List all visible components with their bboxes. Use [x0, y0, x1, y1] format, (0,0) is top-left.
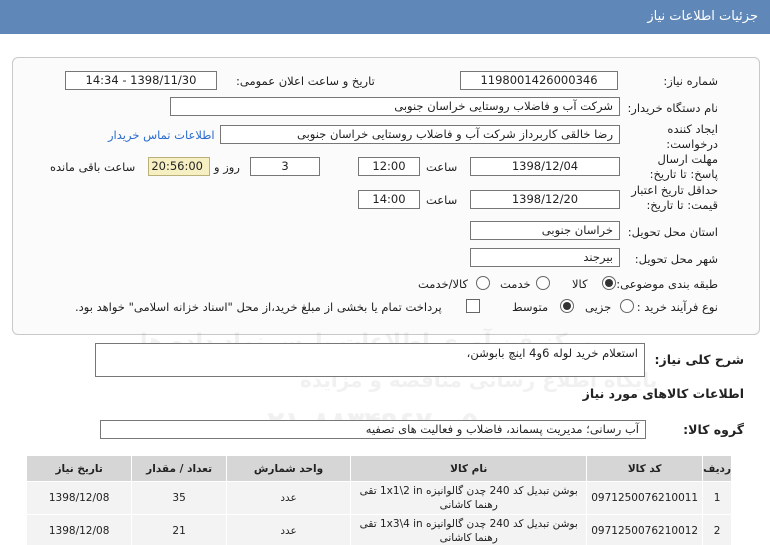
- col-qty: تعداد / مقدار: [131, 455, 227, 482]
- cell-qty: 35: [131, 481, 227, 515]
- treasury-payment-note: پرداخت تمام یا بخشی از مبلغ خرید،از محل …: [75, 300, 442, 314]
- description-field: استعلام خرید لوله 6و4 اینچ بابوشن،: [95, 343, 645, 377]
- purchase-option-minor: جزیی: [585, 300, 612, 314]
- goods-group-field: آب رسانی؛ مدیریت پسماند، فاضلاب و فعالیت…: [100, 420, 646, 439]
- category-option-service: خدمت: [500, 277, 531, 291]
- validity-time-field: 14:00: [358, 190, 420, 209]
- cell-date: 1398/12/08: [25, 514, 133, 545]
- days-remaining-field: 3: [250, 157, 320, 176]
- validity-date-field: 1398/12/20: [470, 190, 620, 209]
- purchase-option-medium: متوسط: [512, 300, 549, 314]
- col-code: کد کالا: [586, 455, 704, 482]
- goods-group-label: گروه کالا:: [683, 422, 744, 437]
- remaining-time-label: ساعت باقی مانده: [50, 160, 136, 174]
- description-label: شرح کلی نیاز:: [654, 352, 744, 367]
- validity-time-label: ساعت: [426, 193, 458, 207]
- page-title: جزئیات اطلاعات نیاز: [647, 9, 758, 24]
- goods-section-title: اطلاعات کالاهای مورد نیاز: [582, 386, 744, 401]
- validity-label: حداقل تاریخ اعتبار قیمت: تا تاریخ:: [631, 183, 718, 212]
- category-option-goods: کالا: [572, 277, 588, 291]
- cell-name: بوشن تبدیل کد 240 چدن گالوانیزه 1x3\4 in…: [350, 514, 588, 545]
- cell-row: 1: [702, 481, 732, 515]
- cell-code: 0971250076210012: [586, 514, 704, 545]
- deadline-date-field: 1398/12/04: [470, 157, 620, 176]
- category-radio-goods[interactable]: [602, 276, 616, 290]
- category-label: طبقه بندی موضوعی:: [616, 277, 718, 291]
- page-header: جزئیات اطلاعات نیاز: [0, 0, 770, 34]
- table-row[interactable]: 1 0971250076210011 بوشن تبدیل کد 240 چدن…: [25, 481, 732, 515]
- buyer-label: نام دستگاه خریدار:: [627, 101, 718, 115]
- cell-unit: عدد: [225, 481, 352, 515]
- category-radio-goods-service[interactable]: [476, 276, 490, 290]
- need-number-label: شماره نیاز:: [663, 74, 718, 88]
- province-field: خراسان جنوبی: [470, 221, 620, 240]
- col-unit: واحد شمارش: [225, 455, 352, 482]
- city-label: شهر محل تحویل:: [634, 252, 718, 266]
- col-row: ردیف: [702, 455, 732, 482]
- city-field: بیرجند: [470, 248, 620, 267]
- remaining-time-field: 20:56:00: [148, 157, 210, 176]
- purchase-radio-medium[interactable]: [560, 299, 574, 313]
- creator-label: ایجاد کننده درخواست:: [666, 122, 718, 151]
- cell-name: بوشن تبدیل کد 240 چدن گالوانیزه 1x1\2 in…: [350, 481, 588, 515]
- days-label: روز و: [214, 160, 240, 174]
- cell-date: 1398/12/08: [25, 481, 133, 515]
- deadline-label: مهلت ارسال پاسخ: تا تاریخ:: [649, 152, 718, 181]
- purchase-radio-minor[interactable]: [620, 299, 634, 313]
- purchase-type-label: نوع فرآیند خرید :: [636, 300, 718, 314]
- col-date: تاریخ نیاز: [25, 455, 133, 482]
- category-option-goods-service: کالا/خدمت: [418, 277, 469, 291]
- deadline-time-label: ساعت: [426, 160, 458, 174]
- buyer-contact-link[interactable]: اطلاعات تماس خریدار: [108, 128, 215, 142]
- deadline-time-field: 12:00: [358, 157, 420, 176]
- table-header-row: ردیف کد کالا نام کالا واحد شمارش تعداد /…: [25, 455, 732, 482]
- need-number-field: 1198001426000346: [460, 71, 618, 90]
- announce-date-field: 1398/11/30 - 14:34: [65, 71, 217, 90]
- cell-qty: 21: [131, 514, 227, 545]
- buyer-field: شرکت آب و فاضلاب روستایی خراسان جنوبی: [170, 97, 620, 116]
- goods-table: ردیف کد کالا نام کالا واحد شمارش تعداد /…: [25, 455, 732, 545]
- table-row[interactable]: 2 0971250076210012 بوشن تبدیل کد 240 چدن…: [25, 514, 732, 545]
- cell-row: 2: [702, 514, 732, 545]
- col-name: نام کالا: [350, 455, 588, 482]
- cell-code: 0971250076210011: [586, 481, 704, 515]
- province-label: استان محل تحویل:: [627, 225, 718, 239]
- creator-field: رضا خالقی کاربرداز شرکت آب و فاضلاب روست…: [220, 125, 620, 144]
- cell-unit: عدد: [225, 514, 352, 545]
- announce-date-label: تاریخ و ساعت اعلان عمومی:: [236, 74, 375, 88]
- category-radio-service[interactable]: [536, 276, 550, 290]
- treasury-payment-checkbox[interactable]: [466, 299, 480, 313]
